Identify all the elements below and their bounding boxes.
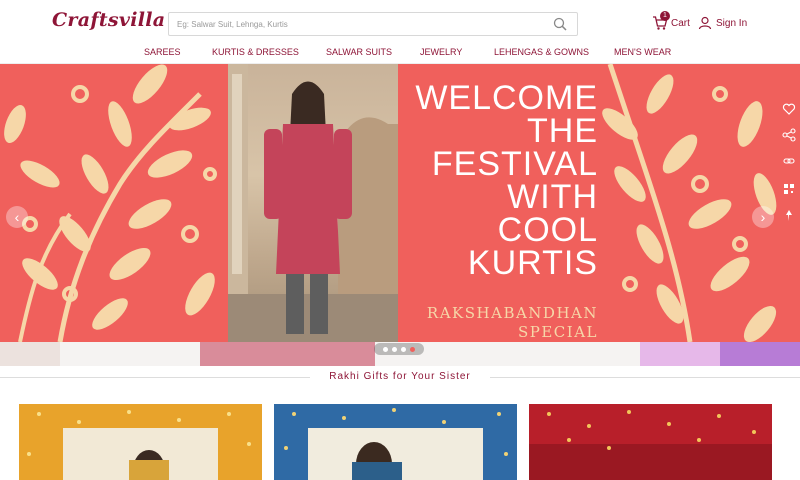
- cart-count-badge: 1: [660, 11, 670, 21]
- headline-line: WELCOME: [415, 79, 598, 117]
- gift-card-1[interactable]: [19, 404, 262, 480]
- pin-icon[interactable]: [782, 208, 796, 222]
- nav-item-salwar-suits[interactable]: SALWAR SUITS: [326, 47, 392, 57]
- side-action-bar: [778, 92, 800, 252]
- chevron-left-icon: ‹: [14, 209, 20, 225]
- signin-link[interactable]: Sign In: [698, 14, 747, 32]
- search-input[interactable]: [169, 13, 539, 35]
- nav-item-lehengas-gowns[interactable]: LEHENGAS & GOWNS: [494, 47, 589, 57]
- search-icon[interactable]: [553, 17, 567, 31]
- slide-dot[interactable]: [383, 346, 388, 352]
- signin-label: Sign In: [716, 17, 748, 29]
- slide-dot[interactable]: [392, 346, 397, 352]
- nav-item-sarees[interactable]: SAREES: [144, 47, 181, 57]
- section-divider-right: [490, 377, 800, 378]
- gift-card-3[interactable]: [529, 404, 772, 480]
- brand-logo[interactable]: Craftsvilla: [52, 9, 165, 31]
- headline-line: FESTIVAL: [431, 145, 598, 183]
- header: Craftsvilla 1 Cart Sign In: [0, 0, 800, 42]
- headline-line: WITH: [507, 178, 598, 216]
- slide-indicators: [374, 343, 424, 355]
- headline-line: THE: [527, 112, 598, 150]
- qr-code-icon[interactable]: [782, 182, 796, 196]
- leaf-pattern-left: [4, 64, 217, 342]
- section-title: Rakhi Gifts for Your Sister: [329, 371, 471, 382]
- headline-line: COOL: [497, 211, 598, 249]
- prev-slide-button[interactable]: ‹: [6, 206, 28, 228]
- subline-line: SPECIAL: [517, 323, 598, 341]
- slide-dot[interactable]: [401, 346, 406, 352]
- subline-line: RAKSHABANDHAN: [426, 304, 598, 322]
- user-icon: [698, 16, 712, 30]
- cart-link[interactable]: 1 Cart: [652, 11, 690, 32]
- leaf-pattern-right: [602, 64, 777, 342]
- cart-label: Cart: [671, 17, 690, 29]
- banner-headline: WELCOME THE FESTIVAL WITH COOL KURTIS: [415, 79, 598, 282]
- nav-item-kurtis-dresses[interactable]: KURTIS & DRESSES: [212, 47, 299, 57]
- model-photo: [228, 64, 398, 342]
- heart-icon[interactable]: [782, 102, 796, 116]
- hero-banner[interactable]: WELCOME THE FESTIVAL WITH COOL KURTIS RA…: [0, 64, 800, 342]
- category-nav: SAREES KURTIS & DRESSES SALWAR SUITS JEW…: [0, 42, 800, 64]
- search-box[interactable]: [168, 12, 578, 36]
- headline-line: KURTIS: [467, 244, 598, 282]
- slide-dot-active[interactable]: [410, 346, 415, 352]
- link-icon[interactable]: [782, 154, 796, 168]
- banner-subline: RAKSHABANDHAN SPECIAL: [427, 304, 598, 342]
- chevron-right-icon: ›: [760, 209, 766, 225]
- gift-card-2[interactable]: [274, 404, 517, 480]
- cart-icon: 1: [652, 11, 670, 31]
- share-icon[interactable]: [782, 128, 796, 142]
- nav-item-mens-wear[interactable]: MEN'S WEAR: [614, 47, 671, 57]
- nav-item-jewelry[interactable]: JEWELRY: [420, 47, 462, 57]
- next-slide-button[interactable]: ›: [752, 206, 774, 228]
